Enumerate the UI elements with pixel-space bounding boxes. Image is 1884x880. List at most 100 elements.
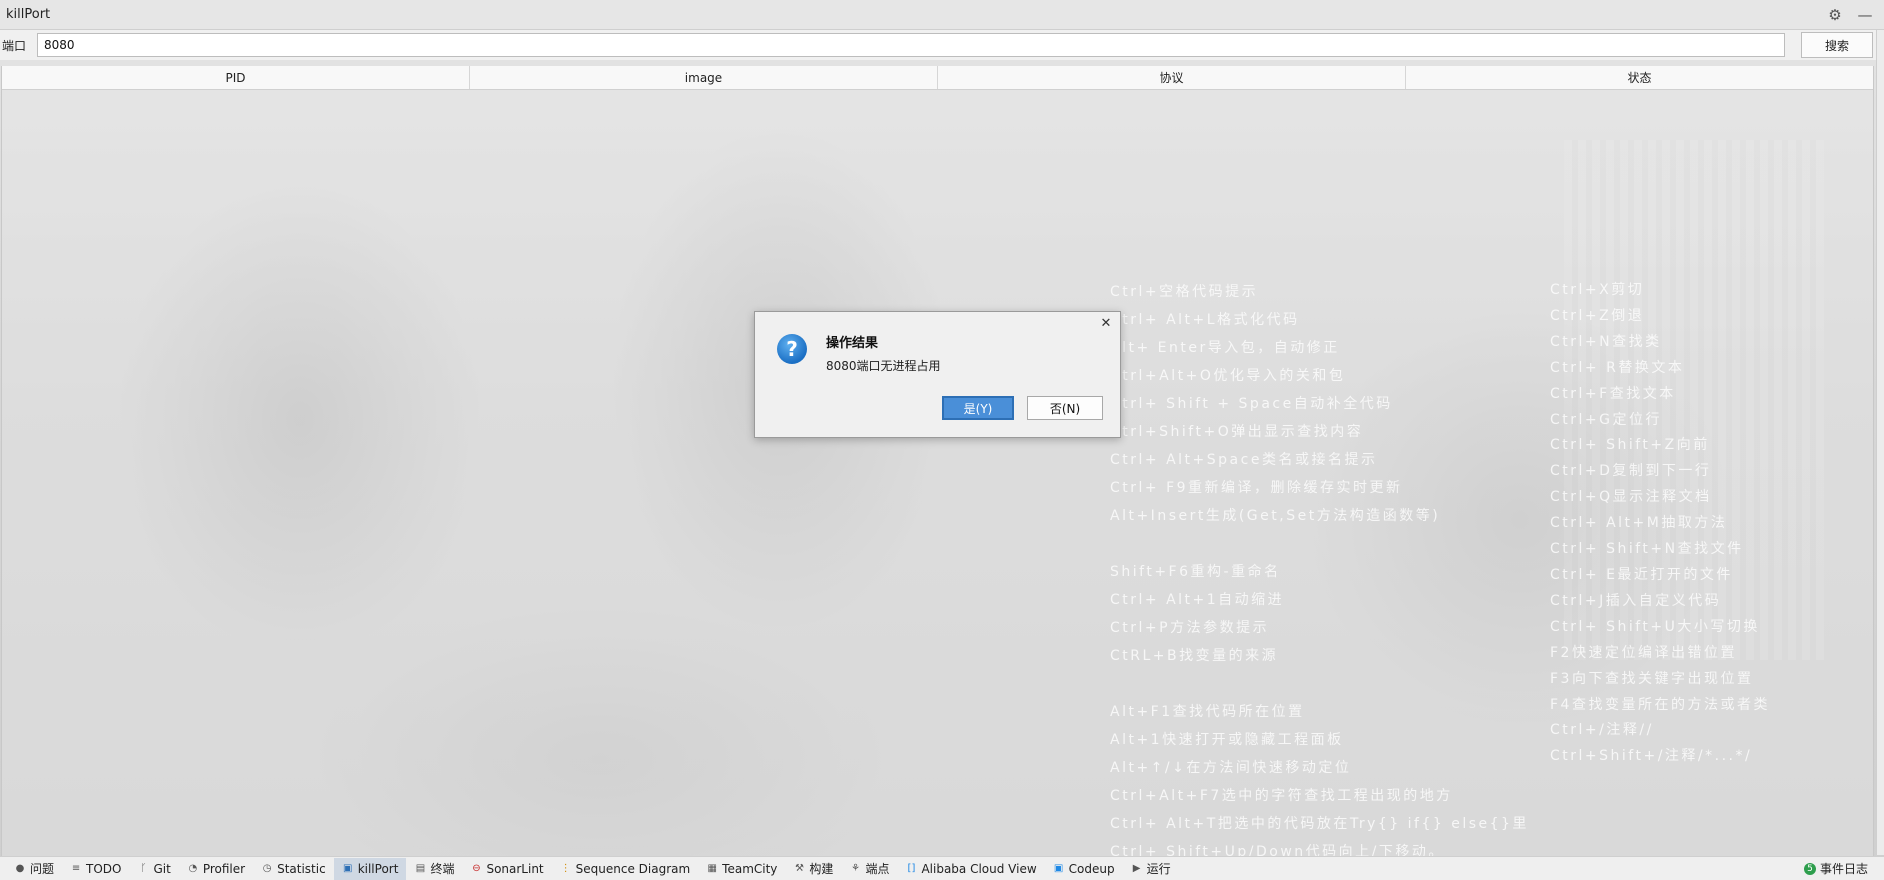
column-header-status[interactable]: 状态 xyxy=(1406,66,1873,89)
tool-item-problems[interactable]: ● 问题 xyxy=(6,858,62,880)
tool-item-sonarlint[interactable]: ⊖ SonarLint xyxy=(462,858,551,880)
column-header-image[interactable]: image xyxy=(470,66,938,89)
port-label: 端口 xyxy=(2,38,27,53)
clock-icon: ◷ xyxy=(262,863,272,874)
gear-icon[interactable]: ⚙ xyxy=(1826,6,1844,24)
window-title: killPort xyxy=(6,7,51,22)
shortcut-hints-right: Ctrl+X剪切 Ctrl+Z倒退 Ctrl+N查找类 Ctrl+ R替换文本 … xyxy=(1550,278,1770,770)
hint-line: Ctrl+D复制到下一行 xyxy=(1550,463,1712,480)
hint-line: Ctrl+ Alt+L格式化代码 xyxy=(1110,312,1300,328)
port-input[interactable] xyxy=(37,33,1785,57)
hint-line: Ctrl+ F9重新编译，删除缓存实时更新 xyxy=(1110,480,1403,496)
tool-item-teamcity[interactable]: ▦ TeamCity xyxy=(698,858,785,880)
tool-item-sequence-diagram[interactable]: ⋮ Sequence Diagram xyxy=(552,858,699,880)
hint-line: Alt+F1查找代码所在位置 xyxy=(1110,704,1305,720)
branch-icon: ᚴ xyxy=(140,863,147,874)
event-log-button[interactable]: 5 事件日志 xyxy=(1796,858,1876,880)
dialog-message: 8080端口无进程占用 xyxy=(826,359,941,373)
hint-line: Ctrl+ Alt+1自动缩进 xyxy=(1110,592,1285,608)
hint-line: Ctrl+ Shift+U大小写切换 xyxy=(1550,618,1760,635)
tool-item-label: SonarLint xyxy=(486,861,544,876)
tool-window-bar: ● 问题 ≡ TODO ᚴ Git ◔ Profiler ◷ Statistic ▣ kil… xyxy=(0,856,1884,880)
tool-item-label: Statistic xyxy=(277,861,326,876)
hint-line: Ctrl+Z倒退 xyxy=(1550,307,1645,324)
tool-item-endpoints[interactable]: ⚘ 端点 xyxy=(841,858,897,880)
hint-line: F4查找变量所在的方法或者类 xyxy=(1550,696,1770,713)
tool-item-profiler[interactable]: ◔ Profiler xyxy=(179,858,253,880)
hint-line: Ctrl+ Shift+Z向前 xyxy=(1550,437,1710,454)
tool-item-statistic[interactable]: ◷ Statistic xyxy=(253,858,334,880)
tool-item-killport[interactable]: ▣ killPort xyxy=(333,857,407,880)
hint-line: Ctrl+P方法参数提示 xyxy=(1110,620,1270,636)
search-button[interactable]: 搜索 xyxy=(1801,32,1873,58)
tool-item-label: 端点 xyxy=(865,862,890,876)
sequence-icon: ⋮ xyxy=(560,863,571,874)
title-bar-tools: ⚙ — xyxy=(1826,6,1874,24)
tool-item-build[interactable]: ⚒ 构建 xyxy=(785,858,841,880)
tool-item-label: 构建 xyxy=(809,862,834,876)
profiler-icon: ◔ xyxy=(188,863,198,874)
terminal-icon: ▤ xyxy=(415,863,426,874)
result-dialog: ✕ ? 操作结果 8080端口无进程占用 是(Y) 否(N) xyxy=(754,311,1121,438)
tool-item-label: Sequence Diagram xyxy=(575,861,691,876)
hint-line: Ctrl+Alt+F7选中的字符查找工程出现的地方 xyxy=(1110,788,1453,804)
tool-item-label: 运行 xyxy=(1146,862,1171,876)
tool-item-alibaba-cloud-view[interactable]: [] Alibaba Cloud View xyxy=(897,858,1044,880)
hint-line: Ctrl+ E最近打开的文件 xyxy=(1550,566,1733,583)
hint-line: Ctrl+ Alt+M抽取方法 xyxy=(1550,515,1728,532)
plugin-icon: ▣ xyxy=(342,863,353,874)
hint-line: Shift+F6重构-重命名 xyxy=(1110,564,1281,580)
endpoint-icon: ⚘ xyxy=(850,863,860,874)
hint-line: F2快速定位编译出错位置 xyxy=(1550,644,1737,661)
shortcut-hints-left: Ctrl+空格代码提示 Ctrl+ Alt+L格式化代码 Alt+ Enter导… xyxy=(1110,278,1529,866)
hint-line: CtRL+B找变量的来源 xyxy=(1110,648,1279,664)
right-tool-strip xyxy=(1876,30,1884,855)
hint-spacer xyxy=(1110,670,1529,698)
tool-item-label: TODO xyxy=(86,861,122,876)
tool-item-label: 问题 xyxy=(30,862,55,876)
info-icon: ● xyxy=(15,863,25,874)
hint-line: Ctrl+ R替换文本 xyxy=(1550,359,1685,376)
no-button[interactable]: 否(N) xyxy=(1027,396,1103,420)
tool-item-label: Profiler xyxy=(202,861,246,876)
tool-item-git[interactable]: ᚴ Git xyxy=(129,858,178,880)
column-header-protocol[interactable]: 协议 xyxy=(938,66,1406,89)
hint-line: Ctrl+ Alt+Space类名或接名提示 xyxy=(1110,452,1378,468)
tool-item-run[interactable]: ▶ 运行 xyxy=(1123,858,1179,880)
hint-line: Ctrl+/注释// xyxy=(1550,722,1654,739)
tool-item-todo[interactable]: ≡ TODO xyxy=(62,858,129,880)
close-icon[interactable]: ✕ xyxy=(1098,315,1114,331)
hint-line: Alt+ Enter导入包，自动修正 xyxy=(1110,340,1340,356)
tool-item-label: killPort xyxy=(357,861,399,876)
column-header-pid[interactable]: PID xyxy=(2,66,470,89)
tool-item-terminal[interactable]: ▤ 终端 xyxy=(406,858,462,880)
hint-line: Ctrl+ Shift+N查找文件 xyxy=(1550,541,1744,558)
hint-line: Ctrl+F查找文本 xyxy=(1550,385,1676,402)
hint-line: Ctrl+Shift+O弹出显示查找内容 xyxy=(1110,424,1364,440)
run-icon: ▶ xyxy=(1132,863,1141,874)
question-icon: ? xyxy=(777,334,807,364)
tool-item-label: Alibaba Cloud View xyxy=(921,861,1037,876)
event-log-badge: 5 xyxy=(1803,862,1816,875)
hint-line: Alt+Insert生成(Get,Set方法构造函数等) xyxy=(1110,508,1441,524)
teamcity-icon: ▦ xyxy=(707,863,717,874)
hint-line: Ctrl+Shift+/注释/*...*/ xyxy=(1550,748,1753,765)
list-icon: ≡ xyxy=(71,863,81,874)
tool-item-label: Git xyxy=(153,861,171,876)
hint-line: Ctrl+Q显示注释文档 xyxy=(1550,489,1712,506)
hint-line: Ctrl+X剪切 xyxy=(1550,282,1645,298)
event-log-label: 事件日志 xyxy=(1819,862,1868,876)
cloud-icon: [] xyxy=(907,863,916,874)
hint-line: Alt+1快速打开或隐藏工程面板 xyxy=(1110,732,1344,748)
title-bar: killPort ⚙ — xyxy=(0,0,1884,30)
codeup-icon: ▣ xyxy=(1053,863,1064,874)
hint-line: Ctrl+J插入自定义代码 xyxy=(1550,592,1722,609)
minimize-icon[interactable]: — xyxy=(1856,6,1874,24)
hint-line: Ctrl+Alt+O优化导入的关和包 xyxy=(1110,368,1346,384)
hint-line: Ctrl+N查找类 xyxy=(1550,333,1662,350)
hint-line: Alt+↑/↓在方法间快速移动定位 xyxy=(1110,760,1352,776)
yes-button[interactable]: 是(Y) xyxy=(942,396,1014,420)
tool-item-codeup[interactable]: ▣ Codeup xyxy=(1045,858,1123,880)
sonar-icon: ⊖ xyxy=(472,863,481,874)
tool-item-label: 终端 xyxy=(430,862,455,876)
